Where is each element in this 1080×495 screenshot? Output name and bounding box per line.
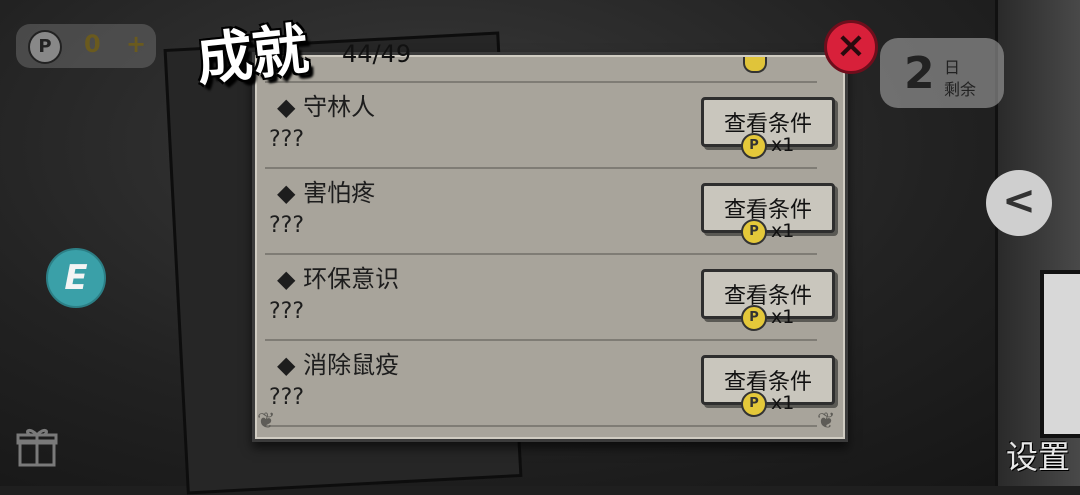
achievement-row: ◆ 环保意识 ??? 查看条件 P x1 [265,255,835,341]
background-frame [1040,270,1080,438]
dialog-title: 成就 [193,16,312,94]
settings-button[interactable]: 设置 [1006,432,1070,478]
close-button[interactable]: × [824,20,878,74]
achievement-name: ◆ 害怕疼 [277,179,376,207]
achievement-progress: 44/49 [342,40,412,68]
view-conditions-button[interactable]: 查看条件 [701,97,835,147]
view-conditions-button[interactable]: 查看条件 [701,269,835,319]
coin-icon: P [28,30,62,64]
days-remaining-box [880,38,1004,108]
corner-ornament-icon: ❦ [257,409,276,434]
e-action-button[interactable]: E [46,248,106,308]
back-arrow-button[interactable]: < [986,170,1052,236]
coin-icon: P [741,133,767,159]
view-conditions-button[interactable]: 查看条件 [701,355,835,405]
achievement-description: ??? [269,213,305,238]
cost-amount: x1 [771,134,795,156]
cost-amount: x1 [771,392,795,414]
achievements-list[interactable]: ◆ 守林人 ??? 查看条件 P x1 ◆ 害怕疼 ??? 查看条件 P x1 … [255,55,845,439]
days-unit-label: 日 [944,58,961,77]
gift-icon[interactable] [16,425,58,467]
cost-amount: x1 [771,220,795,242]
achievement-row: ◆ 守林人 ??? 查看条件 P x1 [265,83,835,169]
achievement-description: ??? [269,127,305,152]
corner-ornament-icon: ❦ [817,409,836,434]
view-conditions-label: 查看条件 [723,284,812,309]
days-remaining-number: 2 [904,48,935,99]
achievement-description: ??? [269,385,305,410]
achievement-name: ◆ 守林人 [277,93,376,121]
achievement-row: ◆ 害怕疼 ??? 查看条件 P x1 [265,169,835,255]
coin-count: 0 [84,30,101,58]
view-conditions-button[interactable]: 查看条件 [701,183,835,233]
achievement-name: ◆ 消除鼠疫 [277,351,400,379]
days-remaining-label: 剩余 [944,80,977,99]
coin-icon: P [741,391,767,417]
achievement-row: ◆ 消除鼠疫 ??? 查看条件 P x1 [265,341,835,427]
coin-icon-partial [743,57,767,73]
coin-icon: P [741,305,767,331]
cost-amount: x1 [771,306,795,328]
list-item-partial-bottom [265,427,817,439]
achievement-name: ◆ 环保意识 [277,265,400,293]
view-conditions-label: 查看条件 [723,370,812,395]
view-conditions-label: 查看条件 [723,198,812,223]
view-conditions-label: 查看条件 [723,112,812,137]
achievement-description: ??? [269,299,305,324]
achievements-panel: ◆ 守林人 ??? 查看条件 P x1 ◆ 害怕疼 ??? 查看条件 P x1 … [252,52,848,442]
coin-icon: P [741,219,767,245]
add-coins-button[interactable]: + [126,30,146,58]
